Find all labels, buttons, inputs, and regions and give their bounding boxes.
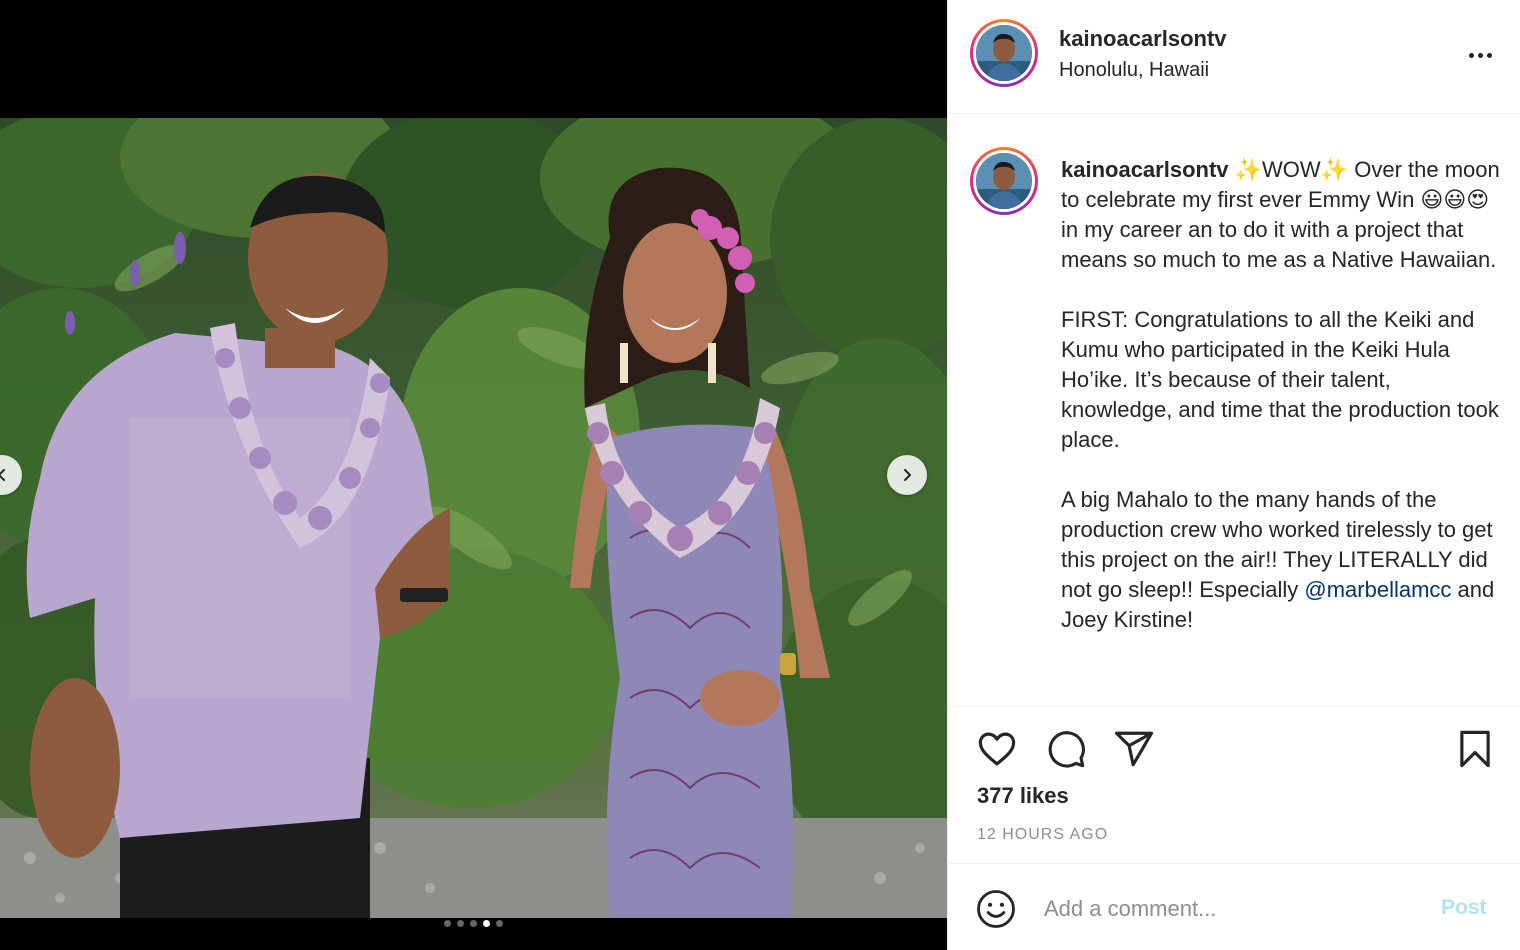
comment-bar: Post — [948, 865, 1520, 950]
carousel-dot-active — [483, 920, 490, 927]
post-header: kainoacarlsontv Honolulu, Hawaii — [948, 0, 1520, 114]
caption-paragraph: FIRST: Congratulations to all the Keiki … — [1061, 307, 1499, 452]
caption-paragraph: A big Mahalo to the many hands of the pr… — [1061, 485, 1507, 635]
carousel-dot — [496, 920, 503, 927]
post-username[interactable]: kainoacarlsontv — [1059, 26, 1227, 52]
caption-emojis: 😃😃😍 — [1420, 187, 1490, 212]
post-comment-button[interactable]: Post — [1441, 896, 1487, 920]
carousel-dot — [457, 920, 464, 927]
bookmark-icon[interactable] — [1452, 726, 1498, 772]
carousel-dot — [470, 920, 477, 927]
post-actions: 377 likes 12 HOURS AGO — [948, 708, 1520, 864]
mention-link[interactable]: @marbellamcc — [1304, 577, 1451, 602]
post-location[interactable]: Honolulu, Hawaii — [1059, 59, 1209, 82]
caption-author[interactable]: kainoacarlsontv — [1061, 157, 1229, 182]
share-icon[interactable] — [1111, 726, 1157, 772]
post-photo[interactable] — [0, 118, 947, 918]
heart-icon[interactable] — [974, 726, 1020, 772]
post-caption: kainoacarlsontv ✨WOW✨ Over the moon to c… — [1061, 155, 1507, 665]
carousel-indicator — [0, 920, 947, 927]
post-media — [0, 0, 947, 950]
caption-avatar[interactable] — [970, 147, 1038, 215]
caption-paragraph: kainoacarlsontv ✨WOW✨ Over the moon to c… — [1061, 155, 1507, 275]
instagram-post-view: kainoacarlsontv Honolulu, Hawaii kainoac… — [0, 0, 1520, 950]
caption-wow: WOW — [1262, 157, 1321, 182]
caption-area: kainoacarlsontv ✨WOW✨ Over the moon to c… — [948, 115, 1520, 707]
sparkle-emoji: ✨ — [1320, 157, 1349, 182]
likes-count[interactable]: 377 likes — [977, 783, 1069, 809]
comment-input[interactable] — [1044, 891, 1404, 927]
comment-icon[interactable] — [1043, 726, 1089, 772]
caption-text: in my career an to do it with a project … — [1061, 217, 1497, 272]
photo-illustration — [0, 118, 947, 918]
sparkle-emoji: ✨ — [1234, 157, 1263, 182]
chevron-right-icon[interactable] — [887, 455, 927, 495]
emoji-icon[interactable] — [974, 887, 1018, 931]
post-side-panel: kainoacarlsontv Honolulu, Hawaii kainoac… — [947, 0, 1520, 950]
avatar[interactable] — [970, 19, 1038, 87]
carousel-dot — [444, 920, 451, 927]
post-timestamp[interactable]: 12 HOURS AGO — [977, 826, 1108, 844]
more-options-icon[interactable] — [1458, 40, 1502, 70]
